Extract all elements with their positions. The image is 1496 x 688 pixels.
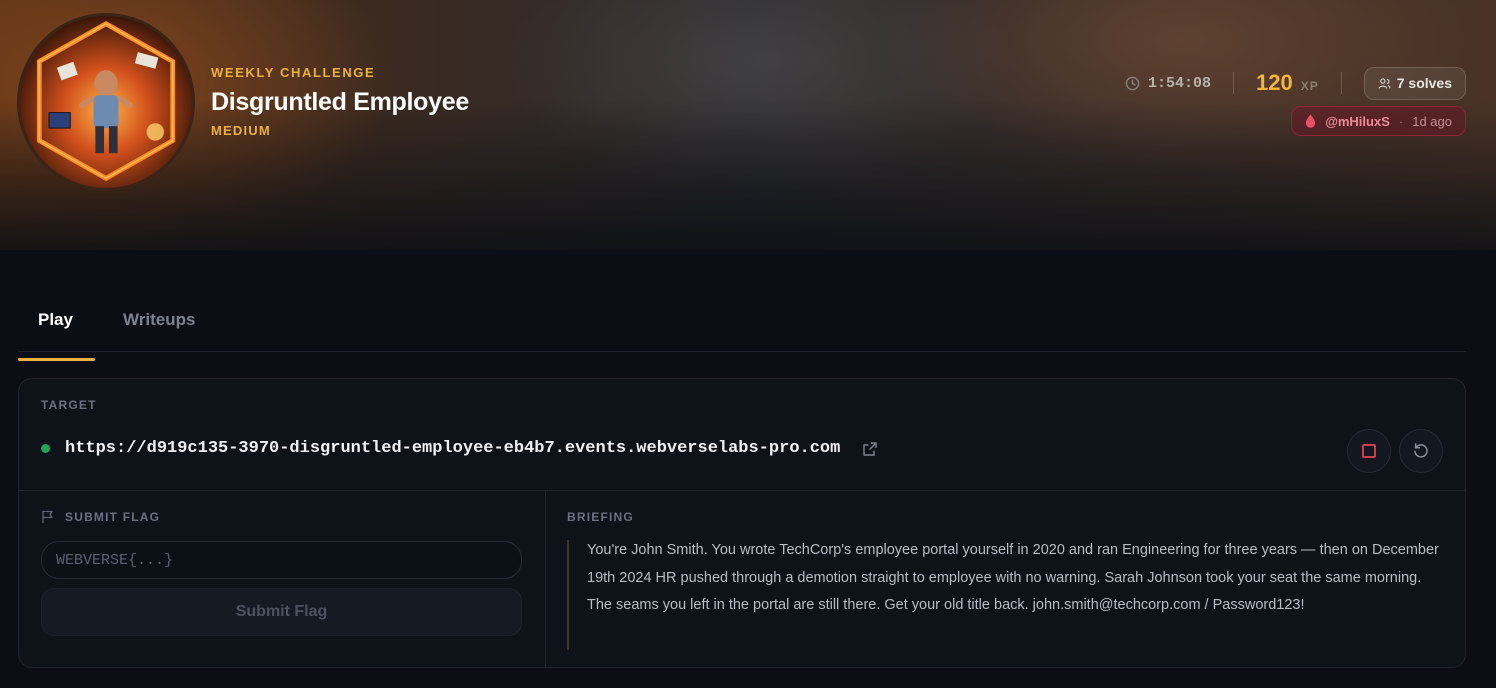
users-icon	[1378, 77, 1391, 89]
reset-instance-button[interactable]	[1399, 429, 1443, 473]
challenge-difficulty: MEDIUM	[211, 123, 271, 138]
panel-column-divider	[545, 490, 546, 667]
challenge-avatar	[17, 13, 195, 191]
submit-flag-button[interactable]: Submit Flag	[41, 588, 522, 636]
first-blood-user: @mHiluxS	[1325, 113, 1390, 129]
reset-icon	[1414, 443, 1428, 458]
briefing-label: BRIEFING	[567, 510, 634, 524]
countdown-timer: 1:54:08	[1125, 75, 1211, 92]
first-blood-time: 1d ago	[1412, 113, 1452, 129]
tab-bar: Play Writeups	[18, 298, 1466, 361]
target-label: TARGET	[41, 398, 97, 412]
xp-reward: 120 XP	[1256, 70, 1319, 96]
target-url[interactable]: https://d919c135-3970-disgruntled-employ…	[65, 439, 840, 458]
challenge-title: Disgruntled Employee	[211, 88, 469, 116]
first-blood-separator: ·	[1398, 113, 1404, 129]
briefing-block: You're John Smith. You wrote TechCorp's …	[567, 540, 1447, 650]
tab-writeups[interactable]: Writeups	[123, 310, 195, 330]
briefing-text: You're John Smith. You wrote TechCorp's …	[587, 542, 1439, 613]
blood-drop-icon	[1305, 114, 1316, 128]
solves-button[interactable]: 7 solves	[1363, 66, 1466, 100]
first-blood-badge[interactable]: @mHiluxS · 1d ago	[1291, 106, 1466, 136]
clock-icon	[1125, 76, 1140, 90]
xp-unit: XP	[1300, 79, 1319, 93]
timer-value: 1:54:08	[1147, 74, 1211, 92]
stats-divider	[1233, 72, 1234, 94]
submit-flag-label: SUBMIT FLAG	[65, 510, 161, 524]
active-tab-indicator	[18, 358, 95, 361]
challenge-stats: 1:54:08 120 XP 7 solves	[1125, 66, 1466, 100]
flag-icon	[42, 510, 53, 523]
target-row: https://d919c135-3970-disgruntled-employ…	[41, 439, 878, 458]
challenge-artwork-icon	[20, 16, 192, 188]
status-online-indicator	[41, 444, 50, 453]
submit-flag-heading: SUBMIT FLAG	[41, 510, 160, 524]
solves-count: 7 solves	[1396, 75, 1452, 91]
challenge-category: WEEKLY CHALLENGE	[211, 65, 376, 80]
challenge-header: WEEKLY CHALLENGE Disgruntled Employee ME…	[211, 65, 469, 138]
stats-divider	[1340, 72, 1342, 94]
tab-play[interactable]: Play	[38, 310, 73, 330]
xp-value: 120	[1256, 70, 1293, 95]
stop-icon	[1362, 444, 1376, 458]
challenge-panel: TARGET https://d919c135-3970-disgruntled…	[18, 378, 1466, 668]
flag-input[interactable]	[41, 541, 522, 579]
panel-divider	[19, 490, 1465, 491]
stop-instance-button[interactable]	[1347, 429, 1391, 473]
external-link-icon[interactable]	[862, 441, 878, 457]
